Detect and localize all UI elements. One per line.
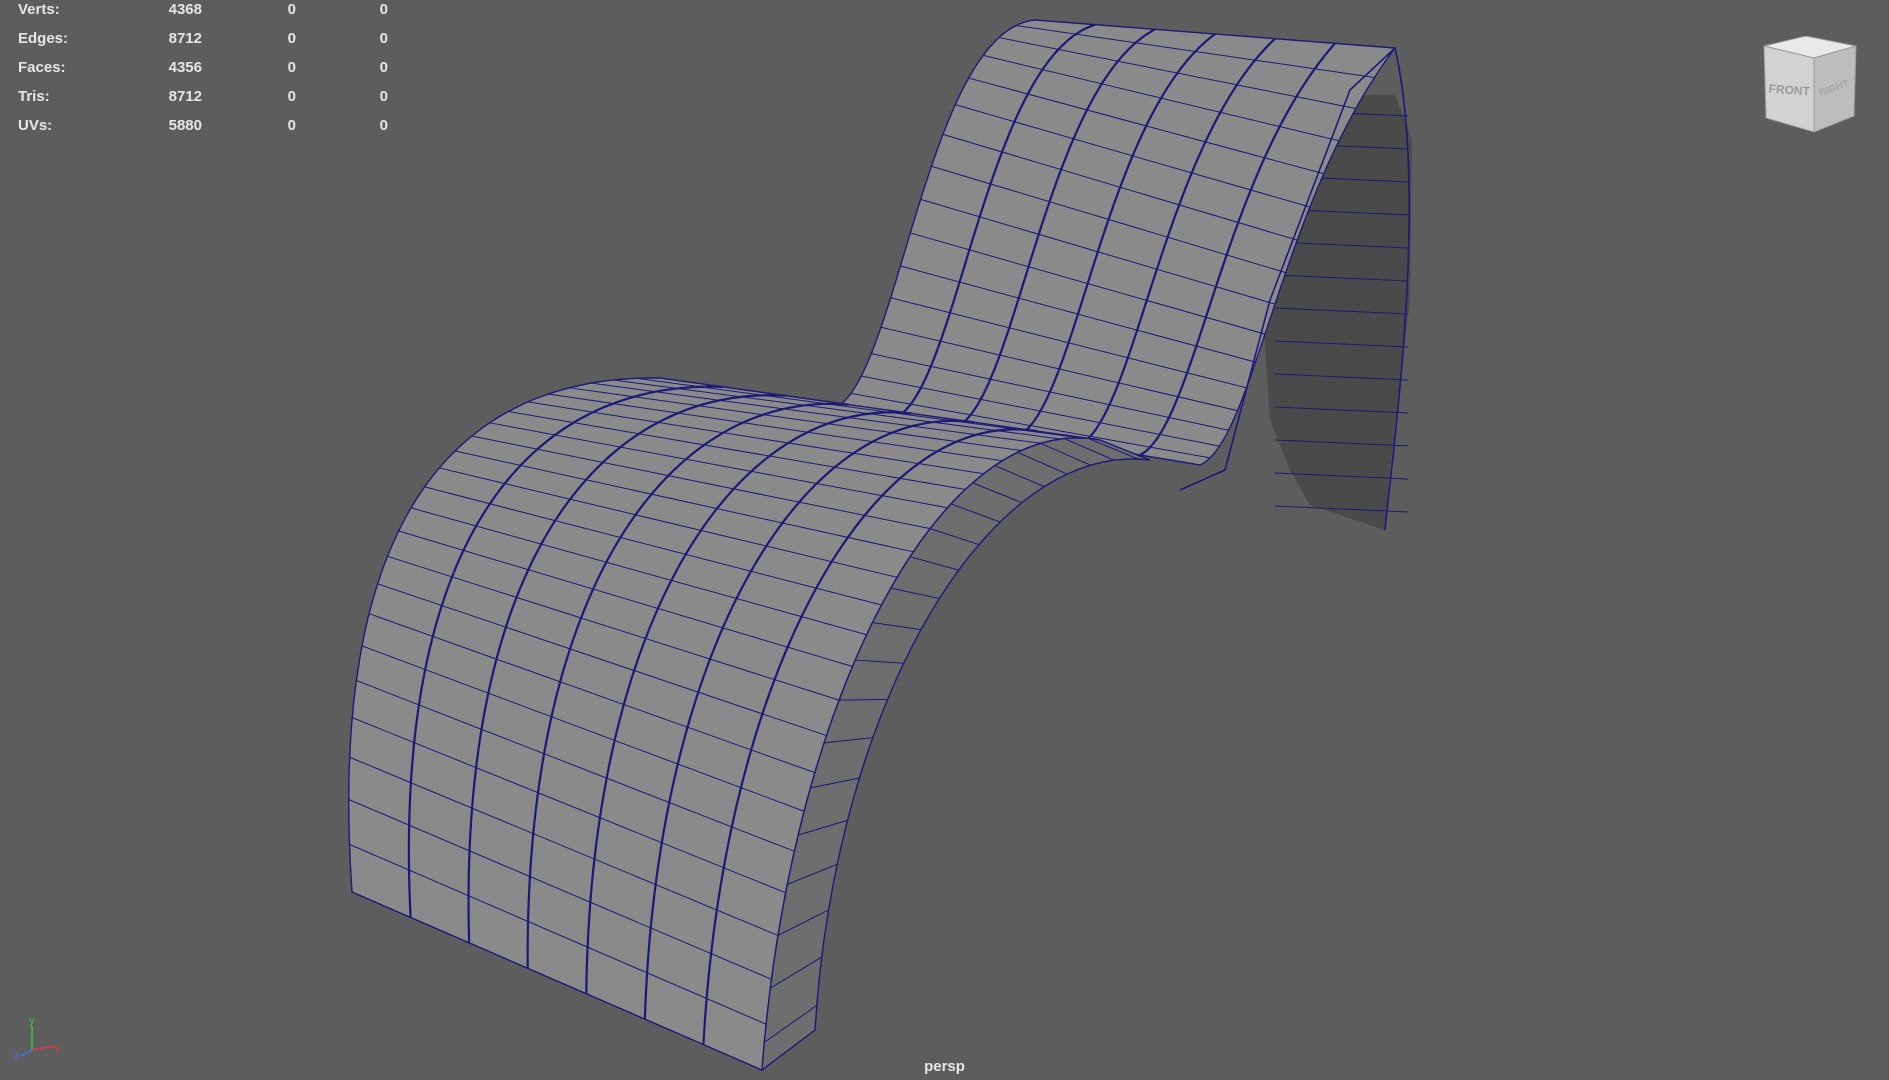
- hud-value: 8712: [168, 88, 202, 105]
- hud-label: Faces:: [18, 59, 66, 76]
- axis-x-line: [31, 1045, 55, 1051]
- hud-value: 0: [287, 117, 296, 134]
- axis-z-line: [20, 1049, 33, 1057]
- hud-label: UVs:: [18, 117, 53, 134]
- hud-value: 0: [379, 117, 388, 134]
- hud-value: 0: [287, 59, 296, 76]
- hud-value: 0: [379, 1, 388, 18]
- hud-value: 8712: [168, 30, 202, 47]
- hud-value: 0: [287, 88, 296, 105]
- hud-label: Edges:: [18, 30, 69, 47]
- camera-name-label: persp: [924, 1058, 965, 1075]
- view-cube[interactable]: FRONT RIGHT: [1760, 36, 1860, 136]
- hud-value: 4368: [168, 1, 202, 18]
- hud-value: 4356: [168, 59, 202, 76]
- hud-value: 0: [379, 59, 388, 76]
- hud-value: 0: [287, 30, 296, 47]
- hud-value: 0: [379, 88, 388, 105]
- axis-gizmo: y x z: [14, 1015, 60, 1060]
- viewport-mesh[interactable]: [0, 0, 1889, 1080]
- hud-label: Verts:: [18, 1, 60, 18]
- hud-value: 5880: [168, 117, 202, 134]
- hud-value: 0: [287, 1, 296, 18]
- hud-value: 0: [379, 30, 388, 47]
- view-cube-front-label: FRONT: [1768, 82, 1811, 99]
- axis-x-label: x: [54, 1043, 60, 1055]
- hud-label: Tris:: [18, 88, 50, 105]
- axis-y-label: y: [29, 1015, 35, 1027]
